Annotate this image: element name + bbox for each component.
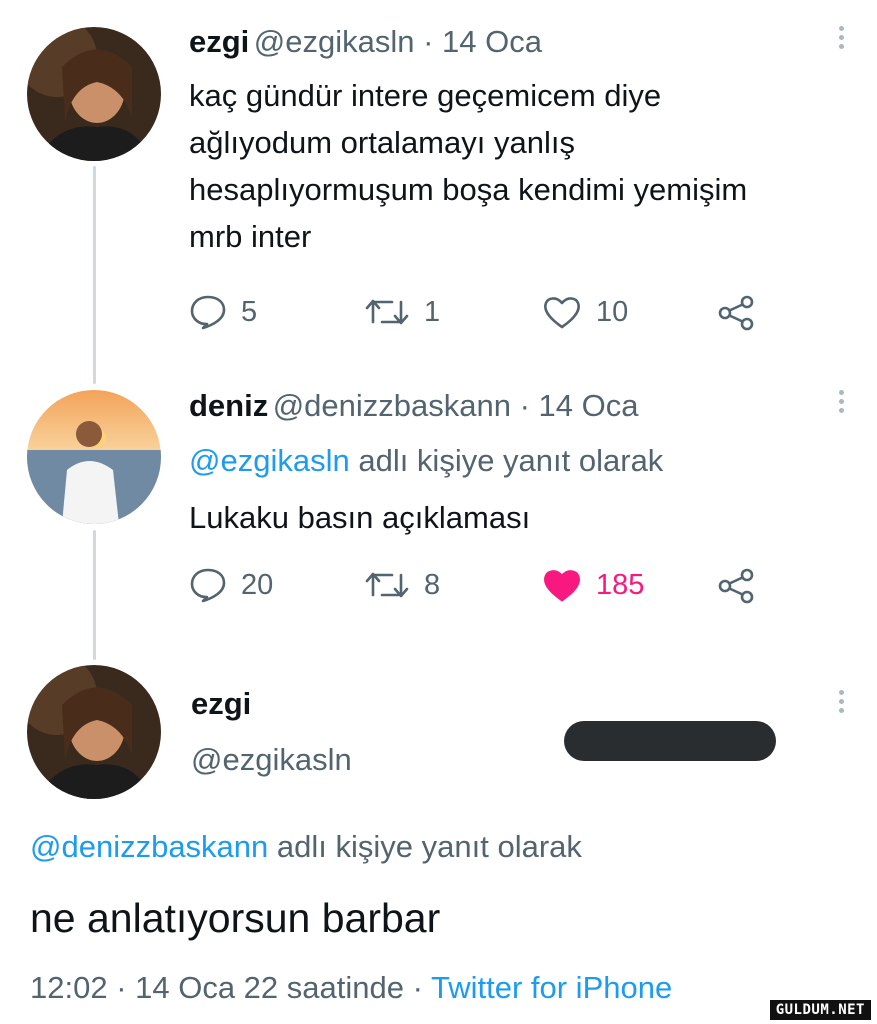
retweet-count: 1 [424, 295, 441, 328]
author-name[interactable]: deniz [189, 388, 268, 423]
reply-count: 5 [241, 295, 258, 328]
author-name[interactable]: ezgi [189, 24, 249, 59]
author-handle-date[interactable]: @denizzbaskann · 14 Oca [273, 388, 639, 423]
redaction-bar [564, 721, 776, 761]
more-icon[interactable] [839, 26, 845, 53]
reply-context: @denizzbaskann adlı kişiye yanıt olarak [30, 829, 582, 865]
share-icon [718, 568, 754, 604]
tweet-meta: 12:02 · 14 Oca 22 saatinde · Twitter for… [30, 970, 672, 1006]
reply-button[interactable]: 20 [189, 567, 273, 603]
like-button[interactable]: 10 [542, 294, 628, 330]
tweet-source-link[interactable]: Twitter for iPhone [431, 970, 672, 1005]
share-button[interactable] [717, 294, 755, 332]
tweet-text: ne anlatıyorsun barbar [30, 895, 441, 941]
tweet-text-line: kaç gündür intere geçemicem diye [189, 78, 662, 113]
author-handle[interactable]: @ezgikasln [191, 742, 352, 778]
retweet-icon [365, 572, 409, 598]
heart-icon [544, 297, 580, 329]
retweet-button[interactable]: 8 [364, 567, 440, 603]
retweet-button[interactable]: 1 [364, 294, 440, 330]
tweet-text-line: ağlıyodum ortalamayı yanlış [189, 125, 575, 160]
reply-button[interactable]: 5 [189, 294, 257, 330]
reply-icon [190, 295, 226, 330]
share-icon [718, 295, 754, 331]
like-count: 185 [596, 568, 645, 601]
tweet-timestamp[interactable]: 12:02 · 14 Oca 22 saatinde · [30, 970, 431, 1005]
author-name[interactable]: ezgi [191, 686, 251, 722]
avatar[interactable] [27, 665, 161, 799]
tweet-text-line: hesaplıyormuşum boşa kendimi yemişim [189, 172, 748, 207]
retweet-count: 8 [424, 568, 441, 601]
reply-context: @ezgikasln adlı kişiye yanıt olarak [189, 437, 663, 484]
like-count: 10 [596, 295, 629, 328]
tweet-header: ezgi @ezgikasln · 14 Oca [189, 24, 542, 60]
thread-line [93, 530, 96, 660]
author-handle-date[interactable]: @ezgikasln · 14 Oca [254, 24, 542, 59]
reply-to-label: adlı kişiye yanıt olarak [268, 829, 582, 864]
like-button[interactable]: 185 [542, 567, 644, 603]
thread-line [93, 166, 96, 384]
more-icon[interactable] [839, 390, 845, 417]
heart-icon [544, 570, 580, 602]
tweet-text: Lukaku basın açıklaması [189, 500, 531, 535]
avatar[interactable] [27, 27, 161, 161]
tweet-text: kaç gündür intere geçemicem diye ağlıyod… [189, 72, 747, 260]
avatar[interactable] [27, 390, 161, 524]
share-button[interactable] [717, 567, 755, 605]
retweet-icon [365, 299, 409, 325]
reply-icon [190, 568, 226, 603]
watermark: GULDUM.NET [769, 1000, 871, 1020]
tweet-header: deniz @denizzbaskann · 14 Oca [189, 388, 638, 424]
more-icon[interactable] [839, 690, 845, 717]
reply-to-label: adlı kişiye yanıt olarak [349, 443, 664, 478]
reply-count: 20 [241, 568, 274, 601]
reply-to-link[interactable]: @denizzbaskann [30, 829, 268, 864]
tweet-text-line: mrb inter [189, 219, 312, 254]
reply-to-link[interactable]: @ezgikasln [189, 443, 350, 478]
